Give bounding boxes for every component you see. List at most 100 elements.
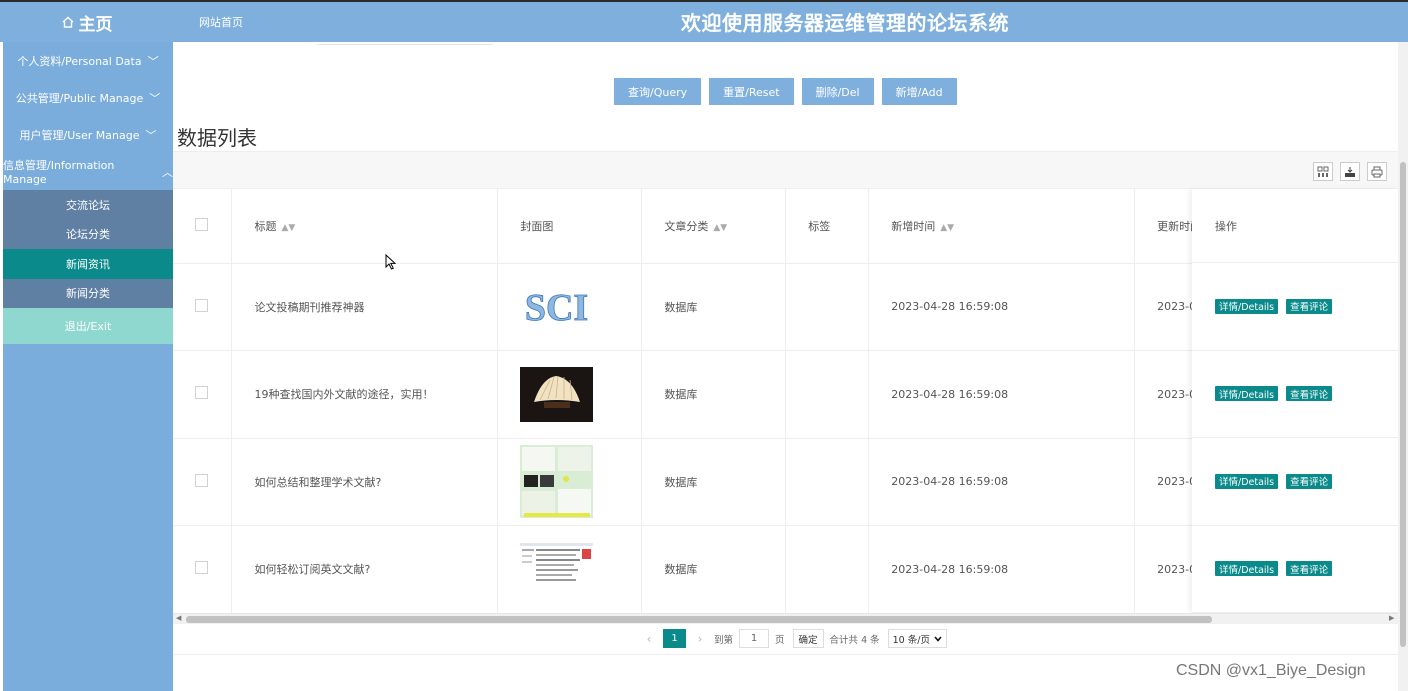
watermark: CSDN @vx1_Biye_Design	[1176, 662, 1366, 679]
cell-cover: SCI	[497, 263, 643, 351]
columns-icon[interactable]	[1313, 162, 1333, 181]
view-comments-button[interactable]: 查看评论	[1286, 298, 1333, 314]
sidebar-item-news[interactable]: 新闻资讯	[3, 249, 173, 279]
goto-confirm-button[interactable]: 确定	[792, 629, 824, 648]
sort-icon[interactable]: ▲▼	[281, 223, 295, 233]
sidebar-item-forum-category[interactable]: 论坛分类	[3, 220, 173, 250]
total-count: 合计共 4 条	[829, 634, 880, 646]
submenu: 交流论坛 论坛分类 新闻资讯 新闻分类	[3, 190, 173, 308]
sidebar-menu-user-manage[interactable]: 用户管理/User Manage ﹀	[3, 116, 173, 153]
sidebar: 个人资料/Personal Data ﹀ 公共管理/Public Manage …	[3, 42, 173, 691]
cell-cover	[497, 350, 643, 439]
details-button[interactable]: 详情/Details	[1215, 298, 1279, 314]
details-button[interactable]: 详情/Details	[1215, 473, 1279, 489]
goto-page-input[interactable]: 1	[739, 629, 770, 648]
column-header-category[interactable]: 文章分类 ▲▼	[641, 189, 787, 264]
row-operations: 详情/Details 查看评论	[1192, 263, 1398, 351]
divider	[173, 654, 1398, 655]
cover-image-webpage	[520, 532, 594, 606]
scroll-left-icon[interactable]: ◀	[176, 614, 181, 622]
sidebar-menu-public-manage[interactable]: 公共管理/Public Manage ﹀	[3, 79, 173, 116]
delete-button[interactable]: 删除/Del	[801, 78, 874, 105]
print-icon[interactable]	[1367, 162, 1387, 181]
page-current[interactable]: 1	[663, 629, 686, 648]
view-comments-button[interactable]: 查看评论	[1286, 561, 1333, 577]
vertical-scrollbar[interactable]	[1398, 42, 1408, 691]
row-checkbox[interactable]	[195, 473, 208, 487]
sidebar-item-news-category[interactable]: 新闻分类	[3, 279, 173, 309]
cell-category: 数据库	[641, 350, 787, 439]
sidebar-item-forum[interactable]: 交流论坛	[3, 190, 173, 220]
sidebar-menu-information-manage[interactable]: 信息管理/Information Manage ︿	[3, 153, 173, 190]
cell-title: 如何总结和整理学术文献?	[231, 438, 499, 526]
reset-button[interactable]: 重置/Reset	[709, 78, 794, 105]
row-checkbox[interactable]	[195, 561, 208, 575]
column-header-operations: 操作	[1192, 189, 1398, 263]
home-icon	[62, 16, 73, 28]
row-checkbox[interactable]	[195, 298, 208, 312]
main-content: 查询/Query 重置/Reset 删除/Del 新增/Add 数据列表 标题 ▲…	[173, 42, 1398, 691]
cell-created: 2023-04-28 16:59:08	[868, 350, 1136, 439]
chevron-up-icon: ︿	[162, 165, 173, 179]
cell-title: 论文投稿期刊推荐神器	[231, 263, 499, 351]
cell-tag	[785, 438, 870, 526]
sidebar-menu-personal-data[interactable]: 个人资料/Personal Data ﹀	[3, 42, 173, 79]
prev-page-icon[interactable]: ‹	[639, 632, 659, 646]
select-all-checkbox[interactable]	[195, 217, 208, 231]
cell-created: 2023-04-28 16:59:08	[868, 438, 1136, 526]
sort-icon[interactable]: ▲▼	[940, 223, 954, 233]
cell-tag	[785, 525, 870, 614]
cell-tag	[785, 263, 870, 351]
cover-image-book-lamp	[520, 357, 594, 431]
home-brand[interactable]: 主页	[0, 2, 173, 42]
scrollbar-thumb[interactable]	[186, 616, 1212, 623]
column-header-title[interactable]: 标题 ▲▼	[231, 189, 499, 264]
goto-label: 到第	[714, 634, 734, 646]
table-toolbar	[173, 151, 1398, 189]
cell-title: 19种查找国内外文献的途径，实用！	[231, 350, 499, 439]
menu-label: 信息管理/Information Manage	[3, 159, 115, 186]
svg-text:SCI: SCI	[525, 287, 588, 329]
page-unit: 页	[775, 634, 785, 646]
cell-tag	[785, 350, 870, 439]
query-button[interactable]: 查询/Query	[614, 78, 702, 105]
menu-label: 个人资料/Personal Data	[17, 54, 142, 68]
menu-label: 用户管理/User Manage	[19, 128, 140, 142]
cell-cover	[497, 525, 643, 614]
row-checkbox[interactable]	[195, 386, 208, 400]
cell-category: 数据库	[641, 438, 787, 526]
operations-column: 操作 详情/Details 查看评论 详情/Details 查看评论 详情/De…	[1192, 189, 1398, 613]
horizontal-scrollbar[interactable]: ◀ ▶	[173, 613, 1398, 624]
add-button[interactable]: 新增/Add	[881, 78, 957, 105]
export-icon[interactable]	[1340, 162, 1360, 181]
view-comments-button[interactable]: 查看评论	[1286, 473, 1333, 489]
row-operations: 详情/Details 查看评论	[1192, 438, 1398, 526]
chevron-down-icon: ﹀	[147, 54, 159, 68]
column-header-created[interactable]: 新增时间 ▲▼	[868, 189, 1136, 264]
pagination: ‹ 1 › 到第 1 页 确定 合计共 4 条 10 条/页	[639, 629, 947, 648]
chevron-down-icon	[934, 635, 942, 642]
list-title: 数据列表	[177, 126, 257, 150]
details-button[interactable]: 详情/Details	[1215, 386, 1279, 402]
action-buttons: 查询/Query 重置/Reset 删除/Del 新增/Add	[614, 78, 957, 105]
column-header-tag: 标签	[785, 189, 870, 264]
cell-cover	[497, 438, 643, 526]
system-title: 欢迎使用服务器运维管理的论坛系统	[681, 11, 1009, 35]
scrollbar-thumb[interactable]	[1400, 162, 1406, 647]
divider	[318, 44, 493, 45]
chevron-down-icon: ﹀	[145, 128, 157, 142]
scroll-right-icon[interactable]: ▶	[1389, 614, 1394, 622]
next-page-icon[interactable]: ›	[690, 632, 710, 646]
site-home-link[interactable]: 网站首页	[199, 14, 243, 30]
view-comments-button[interactable]: 查看评论	[1286, 386, 1333, 402]
top-header: 主页 网站首页 欢迎使用服务器运维管理的论坛系统	[0, 0, 1408, 42]
details-button[interactable]: 详情/Details	[1215, 561, 1279, 577]
sort-icon[interactable]: ▲▼	[713, 223, 727, 233]
column-header-cover: 封面图	[497, 189, 643, 264]
cell-title: 如何轻松订阅英文文献?	[231, 525, 499, 614]
cover-image-poster	[520, 445, 594, 519]
chevron-down-icon: ﹀	[149, 91, 161, 105]
page-size-select[interactable]: 10 条/页	[887, 629, 947, 648]
exit-button[interactable]: 退出/Exit	[3, 308, 173, 344]
row-operations: 详情/Details 查看评论	[1192, 526, 1398, 613]
